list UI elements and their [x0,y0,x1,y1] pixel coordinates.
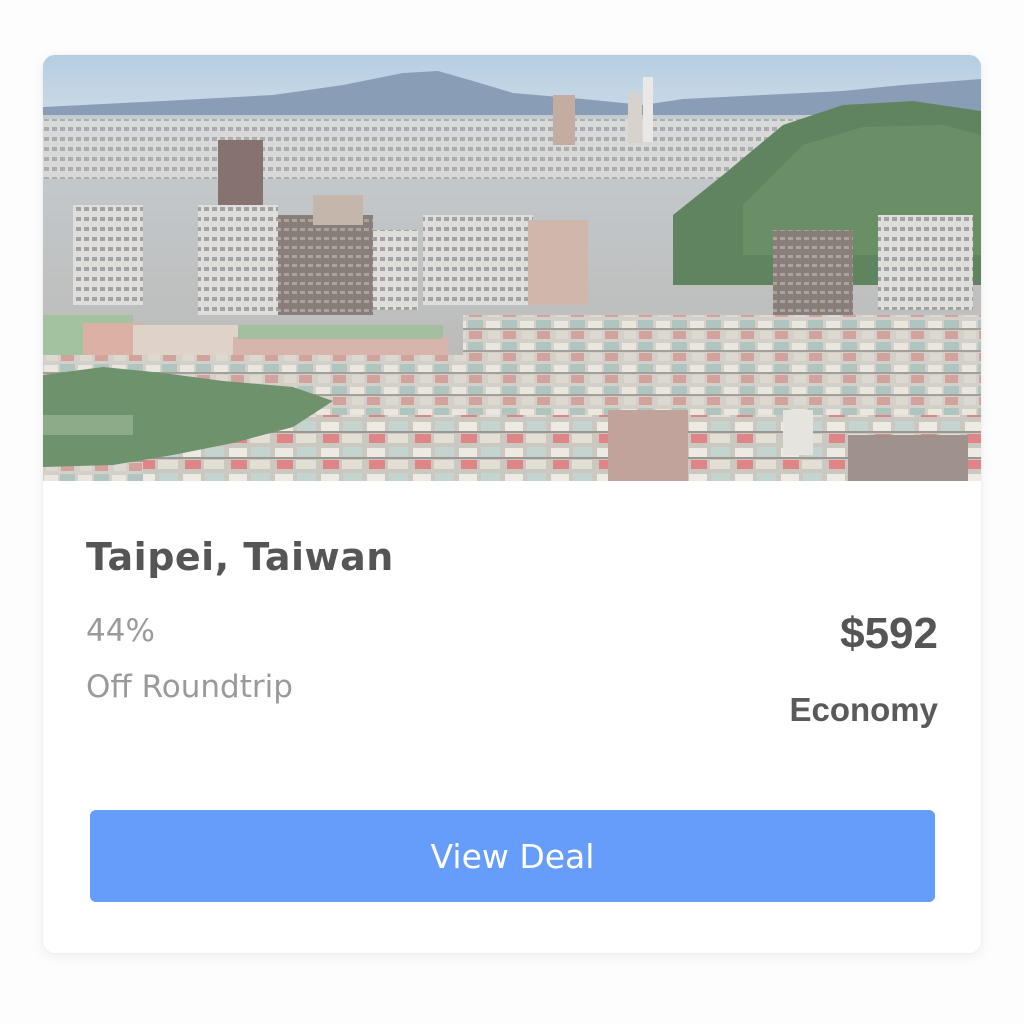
destination-photo [43,55,981,481]
discount-label: Off Roundtrip [86,669,293,705]
deal-price: $592 [840,609,938,658]
image-overlay [43,55,981,481]
discount-percent: 44% [86,613,155,649]
deal-card[interactable]: Taipei, Taiwan 44% Off Roundtrip $592 Ec… [43,55,981,953]
view-deal-button[interactable]: View Deal [90,810,935,902]
cabin-class: Economy [789,691,938,728]
destination-title: Taipei, Taiwan [86,535,394,579]
